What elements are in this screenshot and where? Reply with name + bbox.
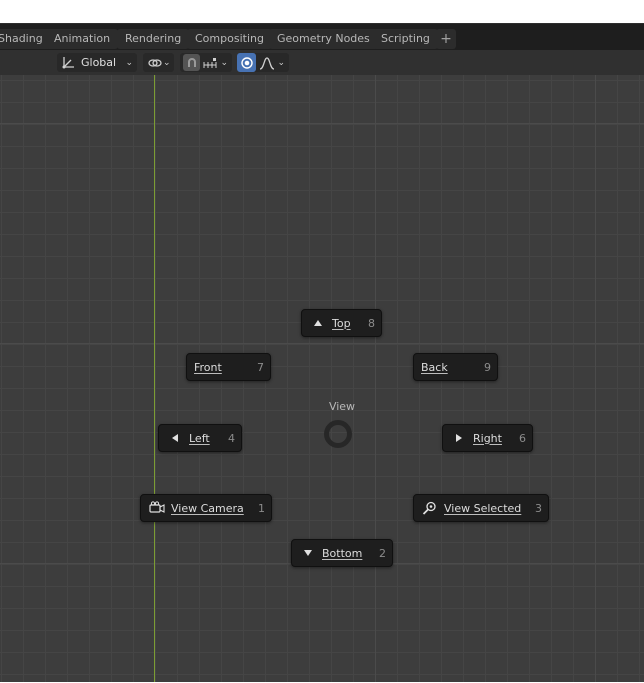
tab-compositing[interactable]: Compositing	[187, 29, 272, 49]
tab-animation[interactable]: Animation	[46, 29, 119, 49]
view-left-shortcut: 4	[228, 431, 235, 445]
chevron-down-icon: ⌄	[163, 57, 171, 68]
tab-shading[interactable]: Shading	[0, 29, 51, 49]
tab-label: Rendering	[125, 32, 182, 45]
view-selected-button[interactable]: View Selected 3	[413, 494, 549, 522]
plus-icon: +	[440, 31, 452, 47]
view-right-button[interactable]: Right 6	[442, 424, 533, 452]
triangle-down-icon	[300, 549, 316, 557]
viewport-header: Global ⌄ ⌄ ⌄ ⌄	[0, 50, 644, 75]
3d-viewport[interactable]	[0, 75, 644, 682]
view-back-label: Back	[421, 360, 448, 374]
grid-line	[0, 123, 644, 124]
view-front-label: Front	[194, 360, 222, 374]
view-right-label: Right	[473, 431, 502, 445]
tab-label: Geometry Nodes	[277, 32, 370, 45]
view-front-button[interactable]: Front 7	[186, 353, 271, 381]
grid-line	[375, 75, 376, 682]
tab-scripting[interactable]: Scripting	[373, 29, 438, 49]
chevron-down-icon: ⌄	[125, 57, 133, 68]
proportional-editing-icon[interactable]	[237, 53, 256, 72]
view-bottom-shortcut: 2	[379, 546, 386, 560]
view-right-shortcut: 6	[519, 431, 526, 445]
view-left-button[interactable]: Left 4	[158, 424, 242, 452]
view-left-label: Left	[189, 431, 210, 445]
snap-magnet-icon[interactable]	[183, 54, 200, 71]
proportional-editing-group: ⌄	[237, 53, 289, 72]
tab-label: Scripting	[381, 32, 430, 45]
view-top-shortcut: 8	[368, 316, 375, 330]
view-camera-label: View Camera	[171, 501, 244, 515]
view-back-button[interactable]: Back 9	[413, 353, 498, 381]
view-selected-shortcut: 3	[535, 501, 542, 515]
y-axis-line	[154, 75, 155, 682]
view-bottom-label: Bottom	[322, 546, 363, 560]
triangle-left-icon	[167, 433, 183, 443]
chevron-down-icon[interactable]: ⌄	[277, 58, 285, 68]
grid-line	[0, 343, 644, 344]
tab-label: Shading	[0, 32, 43, 45]
falloff-curve-icon[interactable]	[259, 56, 275, 70]
view-bottom-button[interactable]: Bottom 2	[291, 539, 393, 567]
tab-label: Compositing	[195, 32, 264, 45]
transform-orientation-label: Global	[81, 56, 117, 69]
tab-label: Animation	[54, 32, 111, 45]
transform-orientation-dropdown[interactable]: Global ⌄	[57, 53, 137, 72]
add-workspace-button[interactable]: +	[436, 29, 456, 49]
view-back-shortcut: 9	[484, 360, 491, 374]
pie-menu-title: View	[328, 400, 356, 413]
snap-increment-icon[interactable]	[202, 56, 218, 70]
snap-group: ⌄	[180, 53, 232, 72]
grid-line	[595, 75, 596, 682]
chevron-down-icon[interactable]: ⌄	[220, 58, 228, 68]
zoom-selected-icon	[422, 501, 438, 515]
pie-menu-center-ring	[324, 420, 352, 448]
tab-geometry-nodes[interactable]: Geometry Nodes	[269, 29, 378, 49]
workspace-tab-bar: Shading Animation Rendering Compositing …	[0, 23, 644, 51]
view-camera-shortcut: 1	[258, 501, 265, 515]
triangle-right-icon	[451, 433, 467, 443]
view-camera-button[interactable]: View Camera 1	[140, 494, 272, 522]
view-front-shortcut: 7	[257, 360, 264, 374]
transform-orientation-icon	[61, 56, 77, 70]
view-top-label: Top	[332, 316, 351, 330]
triangle-up-icon	[310, 319, 326, 327]
view-top-button[interactable]: Top 8	[301, 309, 382, 337]
pivot-point-dropdown[interactable]: ⌄	[143, 53, 174, 72]
pivot-link-icon	[147, 56, 163, 70]
view-selected-label: View Selected	[444, 501, 522, 515]
tab-rendering[interactable]: Rendering	[117, 29, 190, 49]
camera-icon	[149, 501, 165, 515]
